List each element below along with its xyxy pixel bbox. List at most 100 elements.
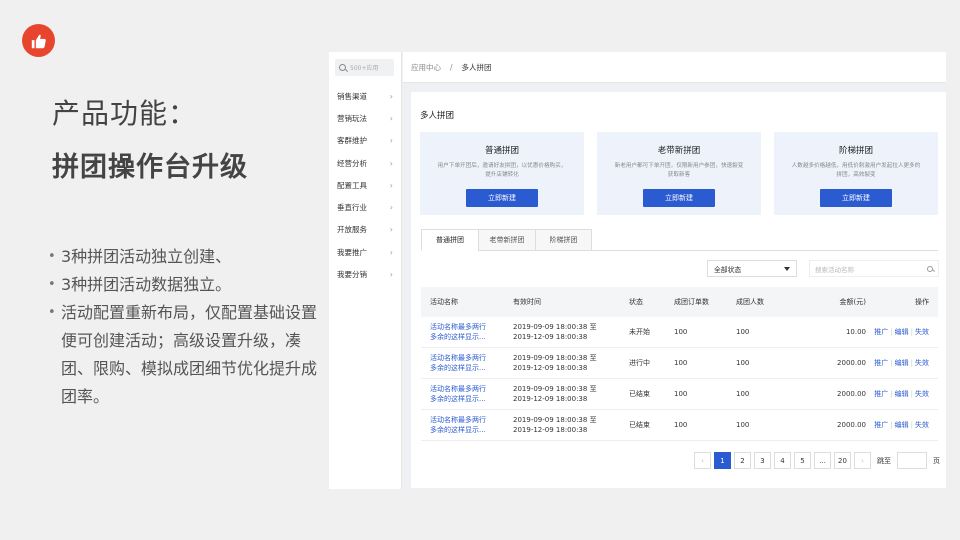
app-search-input[interactable]: 500+应用 <box>335 59 394 76</box>
invalidate-link[interactable]: 失效 <box>915 390 929 398</box>
sidebar-item-label: 销售渠道 <box>337 91 367 101</box>
header-cell: 成团订单数 <box>674 298 709 306</box>
create-button[interactable]: 立即新建 <box>643 189 715 207</box>
tab-bar: 普通拼团 老带新拼团 阶梯拼团 <box>421 229 592 251</box>
activity-name-line: 活动名称最多两行 <box>430 323 486 331</box>
activity-name-line: 多余的这样显示... <box>430 333 486 341</box>
sidebar-item[interactable]: 营销玩法 › <box>329 107 401 129</box>
page-button[interactable]: 5 <box>794 452 811 469</box>
valid-time-end: 2019-12-09 18:00:38 <box>513 395 588 403</box>
tab-tier[interactable]: 阶梯拼团 <box>535 229 592 251</box>
activity-name-line: 多余的这样显示... <box>430 395 486 403</box>
ops-separator: | <box>890 390 893 398</box>
slide-heading: 产品功能： <box>52 97 198 130</box>
ops-separator: | <box>890 359 893 367</box>
ops-separator: | <box>890 421 893 429</box>
header-cell: 状态 <box>629 298 643 306</box>
table-row: 活动名称最多两行 多余的这样显示... 2019-09-09 18:00:38 至2… <box>421 348 938 379</box>
card-title: 老带新拼团 <box>657 146 701 156</box>
promote-link[interactable]: 推广 <box>874 390 888 398</box>
edit-link[interactable]: 编辑 <box>895 390 909 398</box>
breadcrumb-separator: / <box>450 62 453 72</box>
sidebar-item-label: 营销玩法 <box>337 113 367 123</box>
promote-link[interactable]: 推广 <box>874 359 888 367</box>
valid-time-start: 2019-09-09 18:00:38 至 <box>513 385 597 393</box>
prev-page-button[interactable]: ‹ <box>694 452 711 469</box>
table-row: 活动名称最多两行 多余的这样显示... 2019-09-09 18:00:38 至2… <box>421 379 938 410</box>
card-tier-group: 阶梯拼团 人数越多价格越低，用低价刺激用户发起拉人更多的拼团，高效裂变 立即新建 <box>774 132 938 215</box>
page-ellipsis[interactable]: ... <box>814 452 831 469</box>
activity-name-line: 活动名称最多两行 <box>430 354 486 362</box>
page-button[interactable]: 20 <box>834 452 851 469</box>
chevron-right-icon: › <box>389 136 393 146</box>
valid-time-cell: 2019-09-09 18:00:38 至 2019-12-09 18:00:38 <box>513 322 629 342</box>
activity-name-link[interactable]: 活动名称最多两行 多余的这样显示... <box>421 415 513 435</box>
activity-name-link[interactable]: 活动名称最多两行 多余的这样显示... <box>421 322 513 342</box>
sidebar-item[interactable]: 配置工具 › <box>329 174 401 196</box>
breadcrumb-root[interactable]: 应用中心 <box>411 62 441 73</box>
promote-link[interactable]: 推广 <box>874 328 888 336</box>
status-cell: 未开始 <box>629 328 650 336</box>
activity-search-input[interactable]: 搜索活动名称 <box>809 260 939 277</box>
people-cell: 100 <box>736 421 750 429</box>
card-title: 阶梯拼团 <box>838 146 873 156</box>
jump-page-input[interactable] <box>897 452 927 469</box>
promote-link[interactable]: 推广 <box>874 421 888 429</box>
sidebar-item[interactable]: 垂直行业 › <box>329 196 401 218</box>
next-page-button[interactable]: › <box>854 452 871 469</box>
activity-name-link[interactable]: 活动名称最多两行 多余的这样显示... <box>421 384 513 404</box>
header-cell: 活动名称 <box>430 298 458 306</box>
sidebar-item[interactable]: 开放服务 › <box>329 219 401 241</box>
chevron-right-icon: › <box>389 270 393 280</box>
edit-link[interactable]: 编辑 <box>895 328 909 336</box>
card-normal-group: 普通拼团 用户下单开团后，邀请好友拼团，以优惠价格购买，提升店铺转化 立即新建 <box>420 132 584 215</box>
valid-time-start: 2019-09-09 18:00:38 至 <box>513 354 597 362</box>
sidebar-menu: 销售渠道 › 营销玩法 › 客群维护 › 经营分析 › 配置工具 › 垂直行业 › 开放服务… <box>329 85 401 286</box>
edit-link[interactable]: 编辑 <box>895 421 909 429</box>
invalidate-link[interactable]: 失效 <box>915 421 929 429</box>
status-select[interactable]: 全部状态 <box>707 260 797 277</box>
page-button[interactable]: 4 <box>774 452 791 469</box>
card-desc: 人数越多价格越低，用低价刺激用户发起拉人更多的拼团，高效裂变 <box>791 163 921 178</box>
sidebar-item[interactable]: 客群维护 › <box>329 130 401 152</box>
main-content: 多人拼团 普通拼团 用户下单开团后，邀请好友拼团，以优惠价格购买，提升店铺转化 … <box>411 92 946 488</box>
status-cell: 进行中 <box>629 359 650 367</box>
header-cell: 有效时间 <box>513 298 541 306</box>
slide-subheading: 拼团操作台升级 <box>52 152 248 183</box>
valid-time-cell: 2019-09-09 18:00:38 至 2019-12-09 18:00:38 <box>513 384 629 404</box>
table-row: 活动名称最多两行 多余的这样显示... 2019-09-09 18:00:38 至2… <box>421 317 938 348</box>
tab-normal[interactable]: 普通拼团 <box>421 229 479 251</box>
search-icon <box>927 265 933 272</box>
search-icon <box>339 64 346 71</box>
activity-table: 活动名称 有效时间 状态 成团订单数 成团人数 金额(元) 操作 活动名称最多两… <box>421 287 938 441</box>
invalidate-link[interactable]: 失效 <box>915 359 929 367</box>
header-cell: 金额(元) <box>839 298 866 306</box>
sidebar-item-label: 客群维护 <box>337 136 367 146</box>
invalidate-link[interactable]: 失效 <box>915 328 929 336</box>
sidebar-item-label: 配置工具 <box>337 180 367 190</box>
sidebar-item-label: 经营分析 <box>337 158 367 168</box>
sidebar-item[interactable]: 我要推广 › <box>329 241 401 263</box>
card-title: 普通拼团 <box>484 146 519 156</box>
edit-link[interactable]: 编辑 <box>895 359 909 367</box>
sidebar-item[interactable]: 经营分析 › <box>329 152 401 174</box>
valid-time-cell: 2019-09-09 18:00:38 至 2019-12-09 18:00:38 <box>513 415 629 435</box>
bullet-item: 3种拼团活动独立创建、 <box>48 243 318 271</box>
activity-name-line: 多余的这样显示... <box>430 364 486 372</box>
chevron-right-icon: › <box>389 180 393 190</box>
page-button[interactable]: 1 <box>714 452 731 469</box>
chevron-right-icon: › <box>389 158 393 168</box>
create-button[interactable]: 立即新建 <box>820 189 892 207</box>
page-button[interactable]: 3 <box>754 452 771 469</box>
tab-old-new[interactable]: 老带新拼团 <box>478 229 536 251</box>
ops-cell: 推广 | 编辑 | 失效 <box>866 389 938 399</box>
create-button[interactable]: 立即新建 <box>466 189 538 207</box>
ops-cell: 推广 | 编辑 | 失效 <box>866 420 938 430</box>
sidebar-item[interactable]: 我要分销 › <box>329 263 401 285</box>
sidebar-item[interactable]: 销售渠道 › <box>329 85 401 107</box>
activity-name-link[interactable]: 活动名称最多两行 多余的这样显示... <box>421 353 513 373</box>
ops-cell: 推广 | 编辑 | 失效 <box>866 327 938 337</box>
people-cell: 100 <box>736 390 750 398</box>
ops-separator: | <box>910 359 913 367</box>
page-button[interactable]: 2 <box>734 452 751 469</box>
